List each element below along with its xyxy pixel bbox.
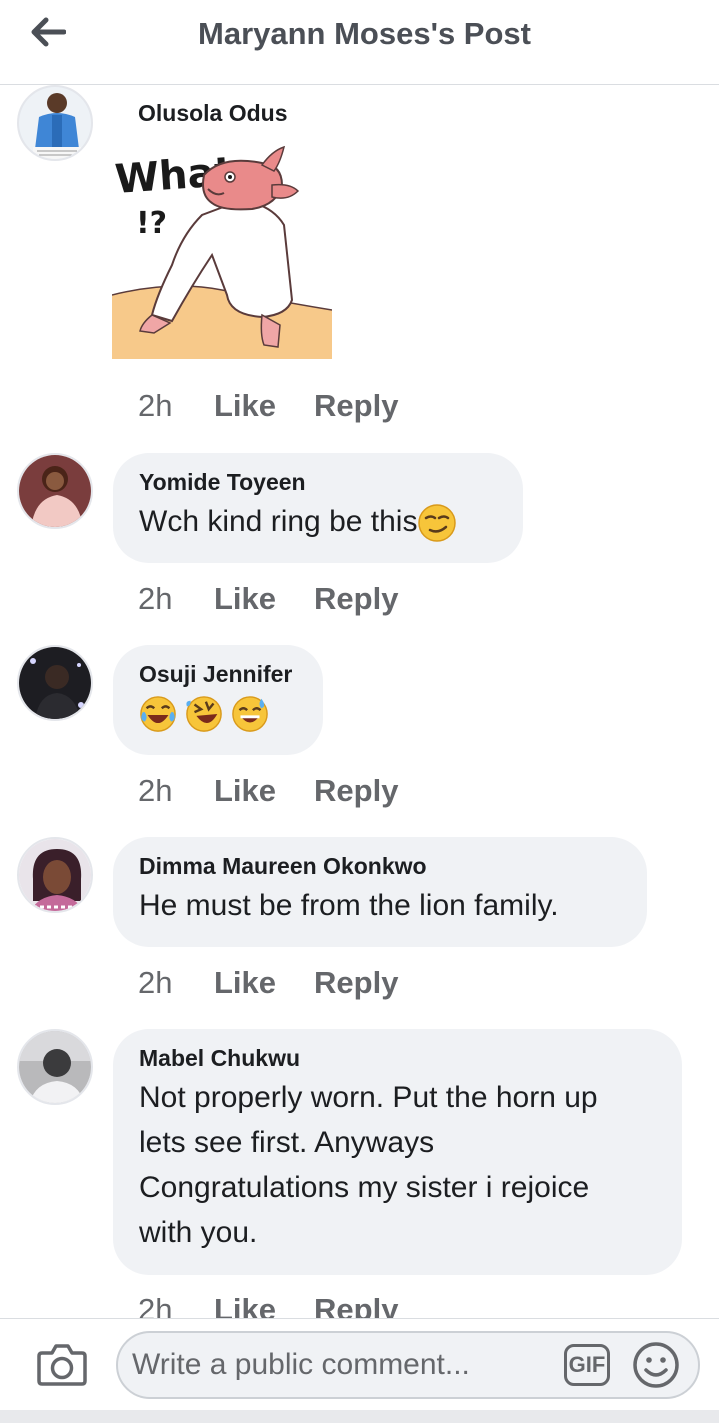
smiley-icon <box>633 1342 679 1388</box>
avatar[interactable] <box>17 837 93 913</box>
top-bar: Maryann Moses's Post <box>0 0 719 85</box>
comment-author[interactable]: Dimma Maureen Okonkwo <box>139 851 621 881</box>
comment-item: Olusola Odus What !? 2h Like Reply <box>0 85 719 425</box>
reply-button[interactable]: Reply <box>314 773 398 809</box>
sticker-image[interactable]: What !? <box>111 145 333 359</box>
comment-text-line: with you. <box>139 1216 258 1249</box>
sweat-smile-emoji-icon <box>232 696 268 732</box>
comment-bubble[interactable]: Yomide Toyeen Wch kind ring be this <box>113 453 523 563</box>
like-button[interactable]: Like <box>214 581 276 617</box>
comment-actions: 2h Like Reply <box>138 388 436 424</box>
comment-timestamp: 2h <box>138 1292 173 1318</box>
comment-text-content: Wch kind ring be this <box>139 505 418 538</box>
comment-input[interactable]: Write a public comment... GIF <box>116 1331 700 1399</box>
comment-actions: 2h Like Reply <box>138 773 436 809</box>
comment-author[interactable]: Yomide Toyeen <box>139 467 497 497</box>
comment-author[interactable]: Olusola Odus <box>138 100 288 127</box>
avatar[interactable] <box>17 645 93 721</box>
comment-bubble[interactable]: Mabel Chukwu Not properly worn. Put the … <box>113 1029 682 1275</box>
emoji-row <box>139 695 297 733</box>
comment-timestamp: 2h <box>138 965 173 1000</box>
like-button[interactable]: Like <box>214 965 276 1001</box>
avatar[interactable] <box>17 1029 93 1105</box>
comment-text: He must be from the lion family. <box>139 889 559 922</box>
bottom-divider <box>0 1410 719 1423</box>
comment-composer: Write a public comment... GIF <box>0 1318 719 1411</box>
comment-item: Osuji Jennifer 2h Like Reply <box>0 645 719 815</box>
comment-timestamp: 2h <box>138 581 173 616</box>
reply-button[interactable]: Reply <box>314 1292 398 1318</box>
like-button[interactable]: Like <box>214 773 276 809</box>
smirk-emoji-icon <box>418 504 457 542</box>
rolling-laughing-emoji-icon <box>186 696 222 732</box>
comment-bubble[interactable]: Osuji Jennifer <box>113 645 323 755</box>
tears-of-joy-emoji-icon <box>140 696 176 732</box>
comment-text: Not properly worn. Put the horn up lets … <box>139 1075 656 1255</box>
comment-author[interactable]: Mabel Chukwu <box>139 1043 656 1073</box>
comment-timestamp: 2h <box>138 388 173 423</box>
page-title: Maryann Moses's Post <box>198 16 531 51</box>
comment-text-line: Congratulations my sister i rejoice <box>139 1171 590 1204</box>
like-button[interactable]: Like <box>214 388 276 424</box>
gif-button[interactable]: GIF <box>564 1344 610 1386</box>
comment-item: Yomide Toyeen Wch kind ring be this 2h L… <box>0 453 719 623</box>
avatar[interactable] <box>17 453 93 529</box>
comment-actions: 2h Like Reply <box>138 965 436 1001</box>
comment-bubble[interactable]: Dimma Maureen Okonkwo He must be from th… <box>113 837 647 947</box>
reply-button[interactable]: Reply <box>314 388 398 424</box>
comment-item: Dimma Maureen Okonkwo He must be from th… <box>0 837 719 1007</box>
comment-text-line: lets see first. Anyways <box>139 1126 435 1159</box>
camera-button[interactable] <box>36 1341 88 1387</box>
comment-actions: 2h Like Reply <box>138 1292 436 1318</box>
comment-actions: 2h Like Reply <box>138 581 436 617</box>
emoji-button[interactable] <box>632 1341 680 1389</box>
comment-timestamp: 2h <box>138 773 173 808</box>
comment-author[interactable]: Osuji Jennifer <box>139 659 297 689</box>
comment-text-line: Not properly worn. Put the horn up <box>139 1081 598 1114</box>
comment-text: Wch kind ring be this <box>139 499 497 544</box>
like-button[interactable]: Like <box>214 1292 276 1318</box>
svg-text:!?: !? <box>136 206 167 241</box>
comment-item: Mabel Chukwu Not properly worn. Put the … <box>0 1029 719 1318</box>
reply-button[interactable]: Reply <box>314 965 398 1001</box>
avatar[interactable] <box>17 85 93 161</box>
comment-list[interactable]: Olusola Odus What !? 2h Like Reply Yomid… <box>0 85 719 1318</box>
reply-button[interactable]: Reply <box>314 581 398 617</box>
camera-icon <box>37 1344 87 1386</box>
comment-input-placeholder: Write a public comment... <box>132 1348 470 1381</box>
